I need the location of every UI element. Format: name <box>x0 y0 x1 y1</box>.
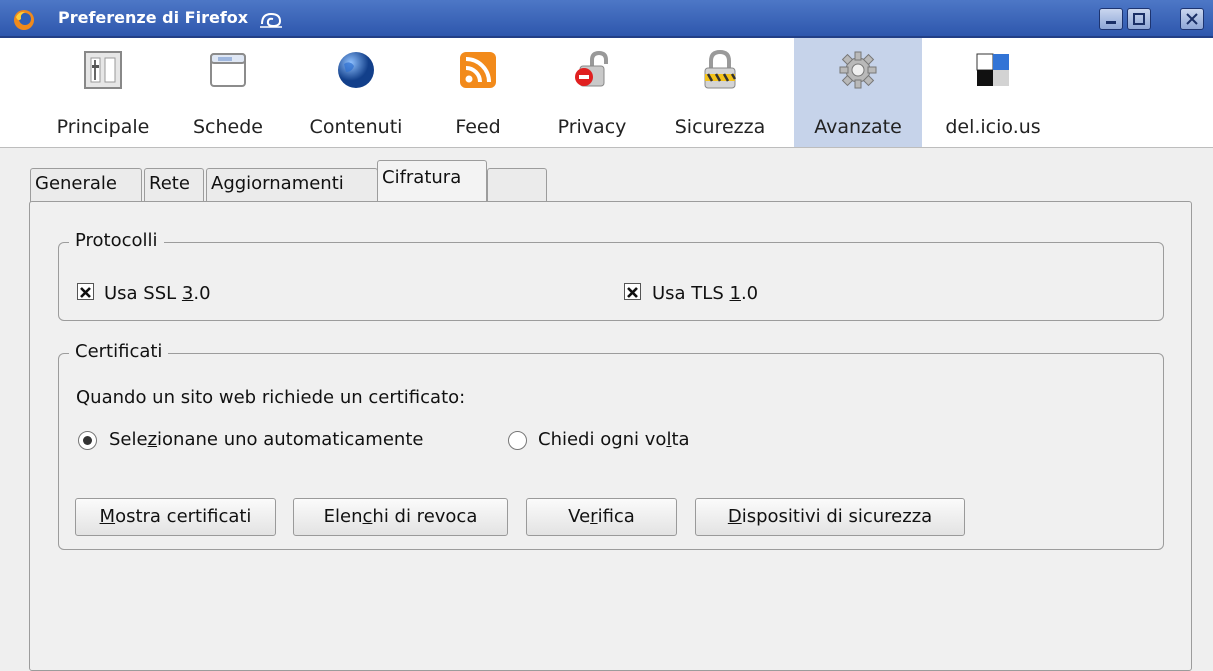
ssl-label[interactable]: Usa SSL 3.0 <box>104 283 211 304</box>
radio-dot <box>83 436 92 445</box>
ssl-checkbox[interactable] <box>77 283 94 300</box>
certificate-prompt: Quando un sito web richiede un certifica… <box>76 387 466 408</box>
auto-select-radio[interactable] <box>78 431 97 450</box>
lock-open-icon <box>575 50 608 87</box>
close-button[interactable] <box>1180 8 1204 30</box>
toolbar-item-label: Avanzate <box>814 116 902 138</box>
auto-select-label[interactable]: Selezionane uno automaticamente <box>109 429 423 450</box>
tab-rete[interactable]: Rete <box>144 168 204 202</box>
toolbar-item-delicious[interactable]: del.icio.us <box>930 38 1056 147</box>
toolbar-item-label: Contenuti <box>309 116 403 138</box>
toolbar-item-label: del.icio.us <box>945 116 1041 138</box>
globe-icon <box>338 52 374 88</box>
verify-button[interactable]: Verifica <box>526 498 677 536</box>
toolbar-item-privacy[interactable]: Privacy <box>536 38 648 147</box>
toolbar-item-label: Principale <box>56 116 150 138</box>
protocols-legend: Protocolli <box>69 230 164 251</box>
switch-icon <box>84 51 122 89</box>
tls-checkbox[interactable] <box>624 283 641 300</box>
title-bar[interactable]: Preferenze di Firefox <box>0 0 1213 38</box>
tab-generale[interactable]: Generale <box>30 168 142 202</box>
check-icon <box>627 287 638 298</box>
ask-every-time-radio[interactable] <box>508 431 527 450</box>
tab-aggiornamenti[interactable]: Aggiornamenti <box>206 168 378 202</box>
show-certificates-button[interactable]: Mostra certificati <box>75 498 276 536</box>
toolbar-item-label: Schede <box>193 116 263 138</box>
tab-label: Cifratura <box>382 167 462 188</box>
window-title: Preferenze di Firefox <box>58 8 249 27</box>
tab-label: Generale <box>35 173 118 194</box>
swirl-icon <box>260 12 282 28</box>
check-icon <box>80 287 91 298</box>
toolbar-item-principale[interactable]: Principale <box>42 38 164 147</box>
minimize-button[interactable] <box>1099 8 1123 30</box>
maximize-button[interactable] <box>1127 8 1151 30</box>
protocols-group: Protocolli <box>58 230 1164 321</box>
toolbar-item-avanzate[interactable]: Avanzate <box>794 38 922 147</box>
toolbar-item-label: Privacy <box>557 116 627 138</box>
tab-label: Aggiornamenti <box>211 173 344 194</box>
toolbar-item-sicurezza[interactable]: Sicurezza <box>656 38 784 147</box>
close-icon <box>1186 13 1198 25</box>
preferences-toolbar: Principale Schede Contenuti Feed Privacy… <box>0 38 1213 148</box>
tls-label[interactable]: Usa TLS 1.0 <box>652 283 758 304</box>
security-devices-button[interactable]: Dispositivi di sicurezza <box>695 498 965 536</box>
toolbar-item-contenuti[interactable]: Contenuti <box>292 38 420 147</box>
rss-feed-icon <box>460 52 496 88</box>
minimize-icon <box>1106 21 1116 24</box>
ask-every-time-label[interactable]: Chiedi ogni volta <box>538 429 690 450</box>
tab-cifratura[interactable]: Cifratura <box>377 160 487 202</box>
padlock-warning-icon <box>704 49 737 89</box>
firefox-icon <box>14 10 34 30</box>
tabs-window-icon <box>210 53 246 87</box>
delicious-icon <box>976 53 1009 86</box>
certificates-legend: Certificati <box>69 341 169 362</box>
tab-blank[interactable] <box>487 168 547 202</box>
toolbar-item-label: Sicurezza <box>674 116 766 138</box>
tab-label: Rete <box>149 173 190 194</box>
toolbar-item-schede[interactable]: Schede <box>172 38 284 147</box>
gear-icon <box>839 51 877 89</box>
maximize-icon <box>1133 13 1145 25</box>
toolbar-item-feed[interactable]: Feed <box>428 38 528 147</box>
revocation-lists-button[interactable]: Elenchi di revoca <box>293 498 508 536</box>
toolbar-item-label: Feed <box>455 116 501 138</box>
